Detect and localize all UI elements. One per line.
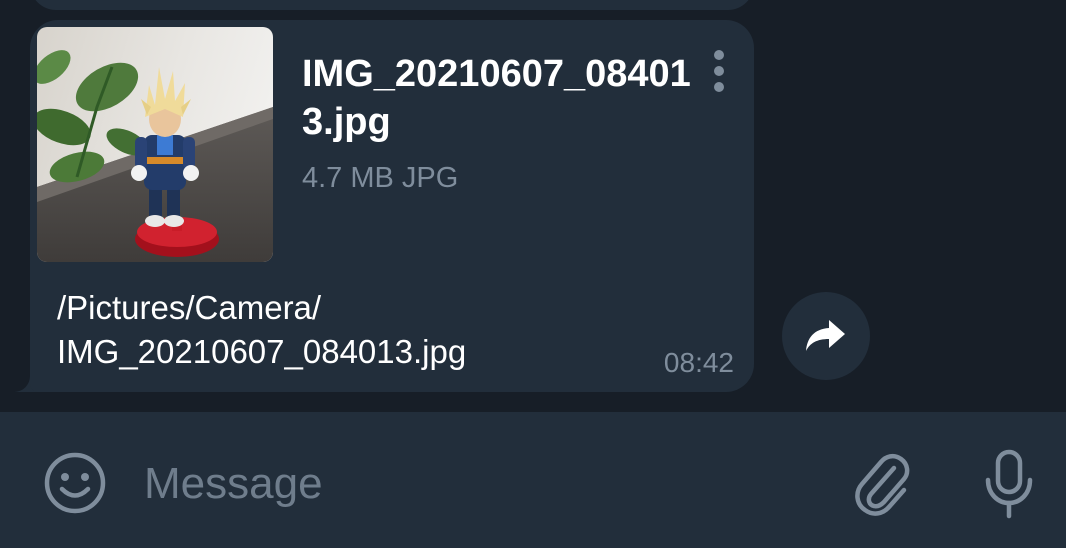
microphone-icon [985, 449, 1033, 519]
file-message-bubble[interactable]: IMG_20210607_084013.jpg 4.7 MB JPG /Pict… [30, 20, 754, 392]
chat-screen: IMG_20210607_084013.jpg 4.7 MB JPG /Pict… [0, 0, 1066, 548]
more-vertical-icon [714, 50, 724, 60]
attach-button[interactable] [852, 448, 914, 520]
forward-arrow-icon [806, 320, 845, 351]
paperclip-icon [855, 453, 910, 516]
message-list[interactable]: IMG_20210607_084013.jpg 4.7 MB JPG /Pict… [0, 0, 1066, 412]
file-name[interactable]: IMG_20210607_084013.jpg [302, 50, 692, 146]
more-options-button[interactable] [702, 46, 736, 96]
file-size-type: 4.7 MB JPG [302, 162, 459, 194]
message-input[interactable] [144, 452, 784, 516]
voice-record-button[interactable] [980, 448, 1038, 520]
message-caption: /Pictures/Camera/ IMG_20210607_084013.jp… [57, 289, 467, 370]
image-thumbnail[interactable] [37, 27, 273, 262]
emoji-button[interactable] [42, 450, 108, 516]
smiley-icon [44, 452, 106, 514]
more-vertical-icon-dot [714, 82, 724, 92]
previous-message-bubble[interactable] [30, 0, 754, 10]
more-vertical-icon-dot [714, 66, 724, 76]
forward-button[interactable] [782, 292, 870, 380]
message-time: 08:42 [663, 347, 734, 378]
